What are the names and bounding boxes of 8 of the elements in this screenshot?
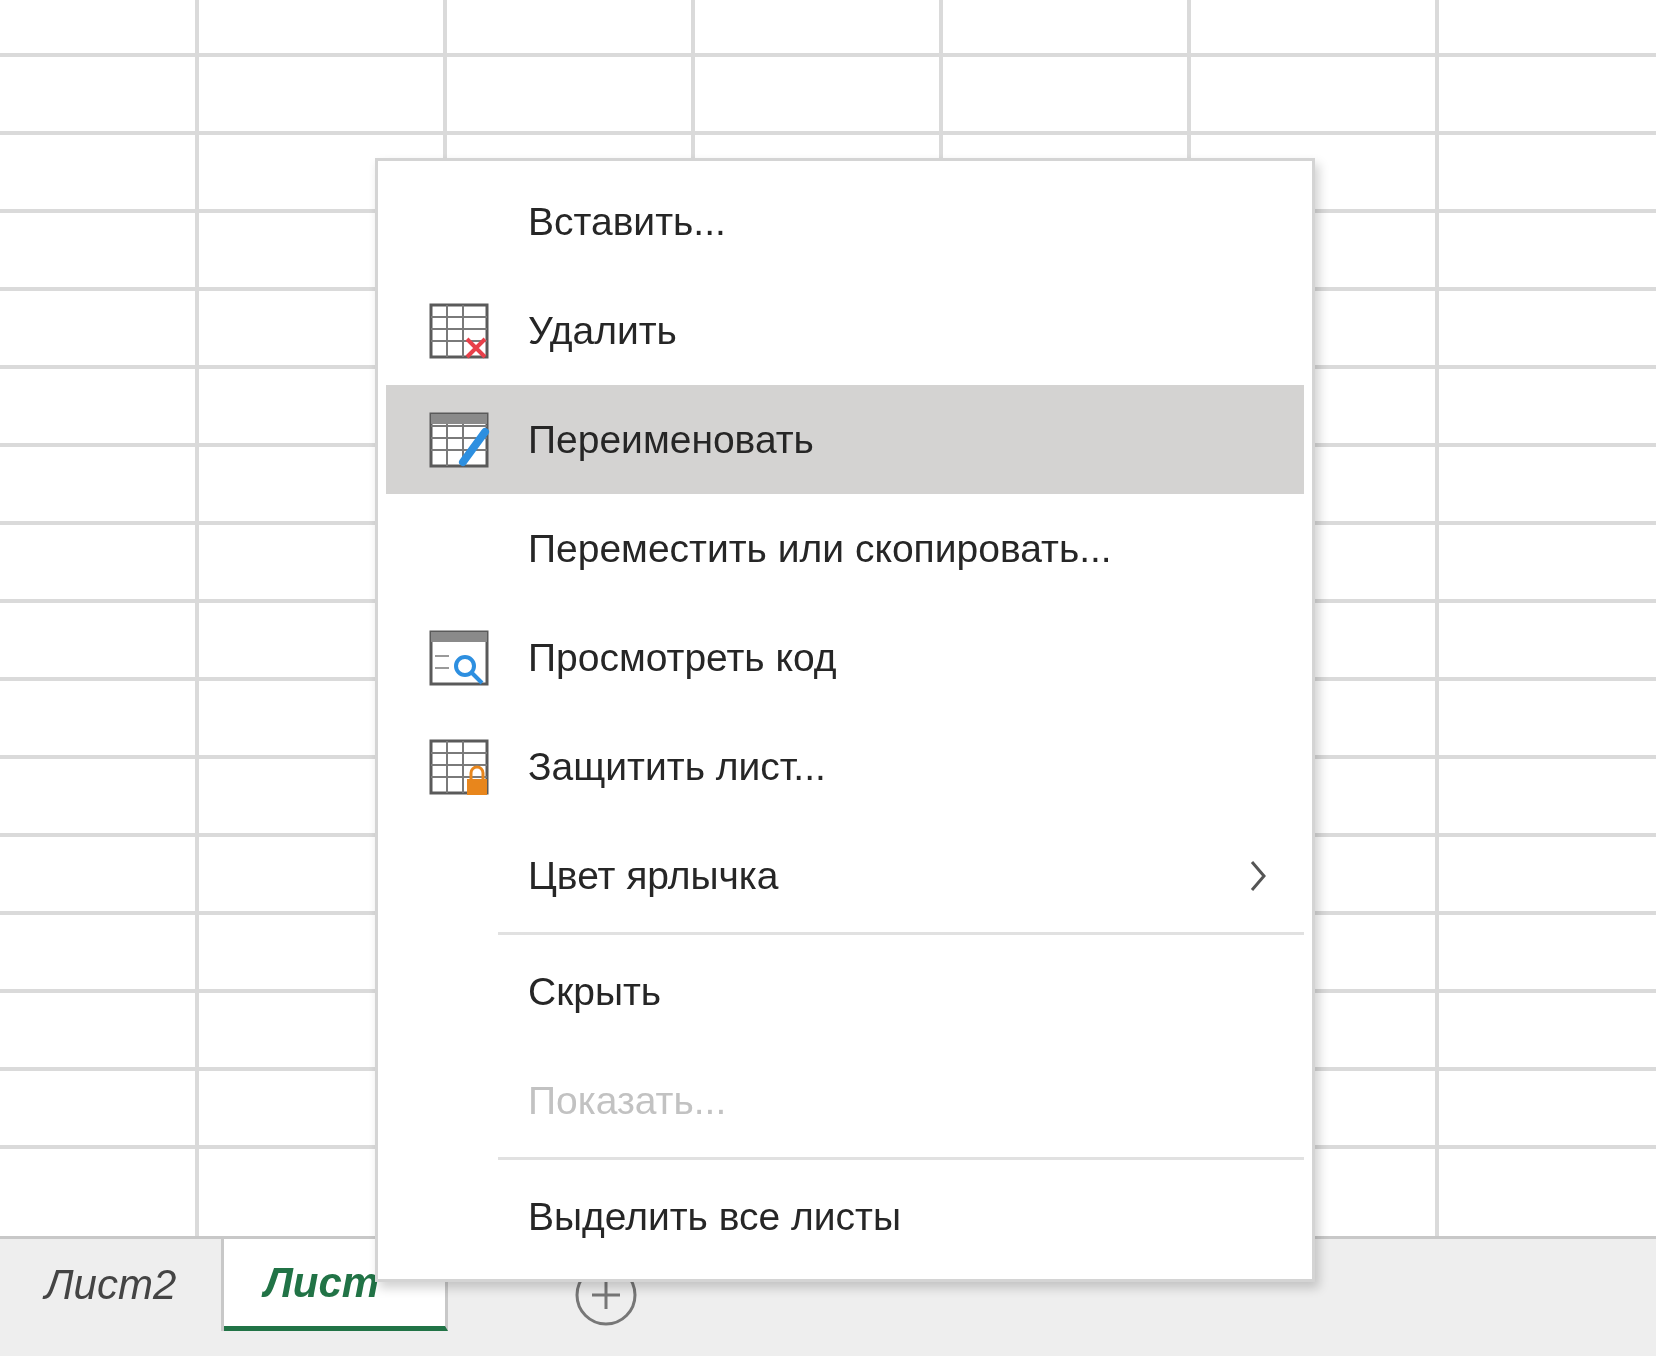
menu-item[interactable]: Просмотреть код bbox=[386, 603, 1304, 712]
menu-item[interactable]: Защитить лист... bbox=[386, 712, 1304, 821]
menu-item[interactable]: Цвет ярлычка bbox=[386, 821, 1304, 930]
menu-item[interactable]: Вставить... bbox=[386, 167, 1304, 276]
menu-item[interactable]: Удалить bbox=[386, 276, 1304, 385]
menu-item[interactable]: Переименовать bbox=[386, 385, 1304, 494]
menu-item[interactable]: Скрыть bbox=[386, 937, 1304, 1046]
menu-item[interactable]: Переместить или скопировать... bbox=[386, 494, 1304, 603]
